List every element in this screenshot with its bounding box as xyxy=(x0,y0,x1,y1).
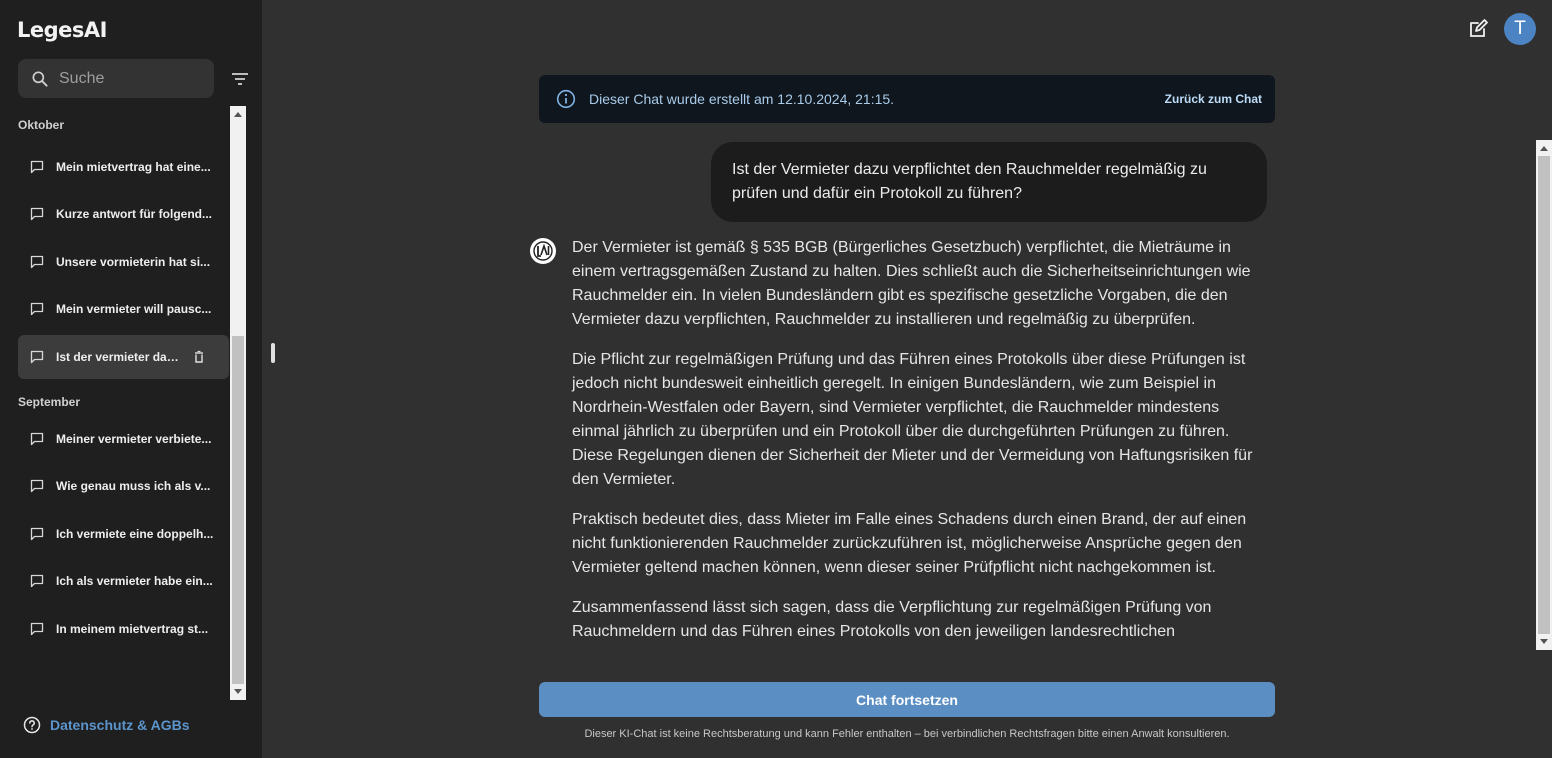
chat-bubble-icon xyxy=(30,479,44,493)
group-label-september: September xyxy=(18,395,81,409)
user-message-bubble: Ist der Vermieter dazu verpflichtet den … xyxy=(711,142,1267,222)
chat-bubble-icon xyxy=(30,255,44,269)
disclaimer-text: Dieser KI-Chat ist keine Rechtsberatung … xyxy=(584,728,1230,740)
privacy-terms-link[interactable]: Datenschutz & AGBs xyxy=(23,716,190,734)
chat-history-list: Oktober Mein mietvertrag hat eine... Kur… xyxy=(0,106,230,700)
search-icon xyxy=(32,71,48,87)
chat-history-label: Ich vermiete eine doppelh... xyxy=(56,527,214,541)
sidebar: LegesAI Oktober Mein mietvertrag hat ein… xyxy=(0,0,262,758)
chat-history-item[interactable]: Mein mietvertrag hat eine... xyxy=(18,145,229,189)
app-logo[interactable]: LegesAI xyxy=(17,17,107,43)
chat-bubble-icon xyxy=(30,160,44,174)
info-icon xyxy=(556,89,576,109)
assistant-paragraph: Praktisch bedeutet dies, dass Mieter im … xyxy=(572,511,1247,576)
chat-bubble-icon xyxy=(30,350,44,364)
chat-history-label: Mein mietvertrag hat eine... xyxy=(56,160,211,174)
chat-bubble-icon xyxy=(30,622,44,636)
new-chat-edit-icon[interactable] xyxy=(1467,18,1489,40)
scroll-down-arrow-icon[interactable] xyxy=(1540,639,1548,644)
chat-history-item[interactable]: Meiner vermieter verbiete... xyxy=(18,417,229,461)
continue-chat-button[interactable]: Chat fortsetzen xyxy=(539,682,1275,717)
scroll-up-arrow-icon[interactable] xyxy=(1540,146,1548,151)
chat-bubble-icon xyxy=(30,432,44,446)
chat-history-label: Ist der vermieter dazu ... xyxy=(56,350,184,364)
chat-history-label: Kurze antwort für folgend... xyxy=(56,207,212,221)
chat-history-label: In meinem mietvertrag st... xyxy=(56,622,209,636)
chat-history-item[interactable]: Mein vermieter will pausc... xyxy=(18,287,229,331)
assistant-avatar-icon xyxy=(530,238,556,264)
search-input[interactable] xyxy=(57,68,201,89)
search-box[interactable] xyxy=(18,59,214,98)
trash-icon[interactable] xyxy=(192,350,206,364)
assistant-logo-icon xyxy=(533,241,553,261)
privacy-terms-text: Datenschutz & AGBs xyxy=(50,717,190,733)
sidebar-resize-handle[interactable] xyxy=(271,343,275,363)
group-label-oktober: Oktober xyxy=(18,118,65,132)
assistant-paragraph: Zusammenfassend lässt sich sagen, dass d… xyxy=(572,599,1212,640)
main-scroll-thumb[interactable] xyxy=(1538,156,1550,634)
chat-history-item[interactable]: In meinem mietvertrag st... xyxy=(18,607,229,651)
back-to-chat-link[interactable]: Zurück zum Chat xyxy=(1165,92,1262,106)
chat-created-banner: Dieser Chat wurde erstellt am 12.10.2024… xyxy=(539,75,1275,123)
chat-history-item[interactable]: Wie genau muss ich als v... xyxy=(18,464,229,508)
main-scrollbar[interactable] xyxy=(1536,140,1552,650)
assistant-paragraph: Die Pflicht zur regelmäßigen Prüfung und… xyxy=(572,351,1253,488)
chat-history-label: Meiner vermieter verbiete... xyxy=(56,432,212,446)
message-area: Ist der Vermieter dazu verpflichtet den … xyxy=(520,130,1536,650)
user-avatar[interactable]: T xyxy=(1504,13,1536,45)
chat-history-item[interactable]: Ich vermiete eine doppelh... xyxy=(18,512,229,556)
logo-text: LegesAI xyxy=(17,18,107,42)
filter-icon[interactable] xyxy=(230,70,250,88)
chat-history-label: Ich als vermieter habe ein... xyxy=(56,574,213,588)
chat-bubble-icon xyxy=(30,527,44,541)
scroll-up-arrow-icon[interactable] xyxy=(234,112,242,117)
chat-history-label: Mein vermieter will pausc... xyxy=(56,302,212,316)
assistant-paragraph: Der Vermieter ist gemäß § 535 BGB (Bürge… xyxy=(572,239,1251,328)
chat-bubble-icon xyxy=(30,574,44,588)
scroll-down-arrow-icon[interactable] xyxy=(234,689,242,694)
banner-message: Dieser Chat wurde erstellt am 12.10.2024… xyxy=(589,91,895,107)
sidebar-scrollbar[interactable] xyxy=(230,106,246,700)
chat-bubble-icon xyxy=(30,207,44,221)
assistant-message: Der Vermieter ist gemäß § 535 BGB (Bürge… xyxy=(572,236,1262,650)
chat-bubble-icon xyxy=(30,302,44,316)
chat-history-label: Unsere vormieterin hat si... xyxy=(56,255,211,269)
help-icon xyxy=(23,716,41,734)
chat-history-item[interactable]: Unsere vormieterin hat si... xyxy=(18,240,229,284)
chat-history-item-active[interactable]: Ist der vermieter dazu ... xyxy=(18,335,229,379)
chat-history-label: Wie genau muss ich als v... xyxy=(56,479,211,493)
sidebar-scroll-thumb[interactable] xyxy=(232,336,244,684)
chat-history-item[interactable]: Kurze antwort für folgend... xyxy=(18,192,229,236)
chat-history-item[interactable]: Ich als vermieter habe ein... xyxy=(18,559,229,603)
